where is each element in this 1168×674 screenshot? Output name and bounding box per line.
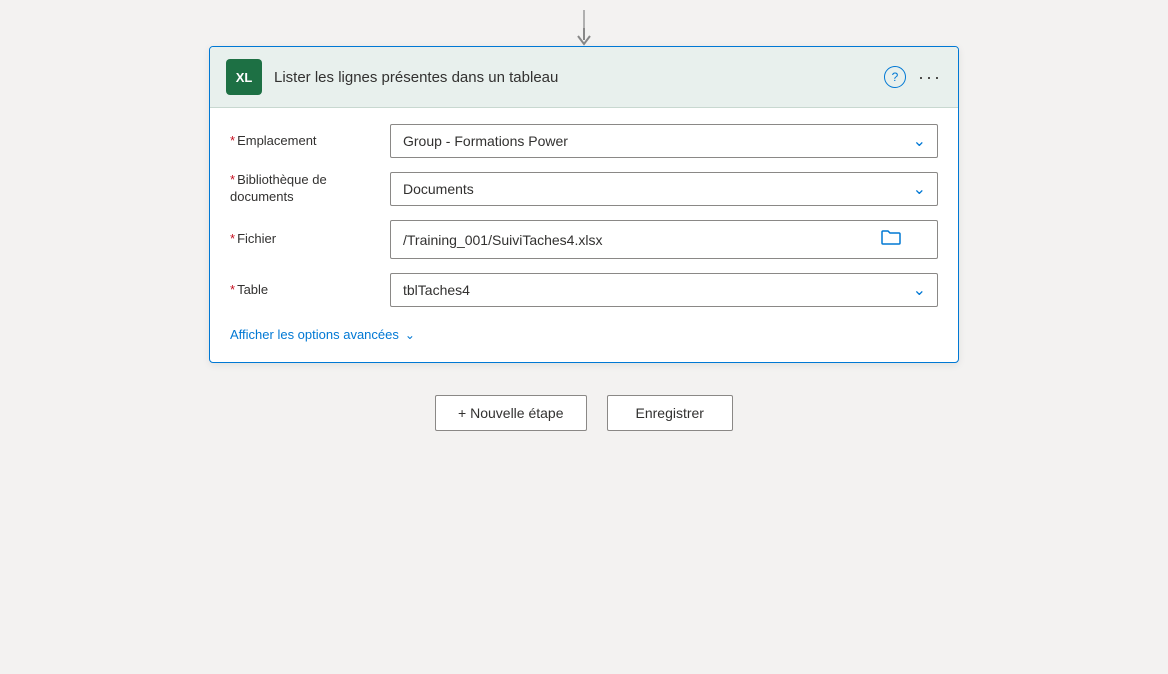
bibliotheque-label: *Bibliothèque de documents [230,172,390,206]
connector-arrow [573,10,595,46]
emplacement-row: *Emplacement Group - Formations Power ⌄ [230,124,938,158]
excel-logo-text: XL [236,70,253,85]
fichier-value: /Training_001/SuiviTaches4.xlsx [403,232,602,248]
help-icon[interactable]: ? [884,66,906,88]
bibliotheque-dropdown[interactable]: Documents [390,172,938,206]
emplacement-value: Group - Formations Power [403,133,568,149]
table-label: *Table [230,282,390,299]
emplacement-required-star: * [230,133,235,148]
bibliotheque-value: Documents [403,181,474,197]
emplacement-label: *Emplacement [230,133,390,150]
emplacement-dropdown[interactable]: Group - Formations Power [390,124,938,158]
arrow-down-icon [573,28,595,46]
more-options-icon[interactable]: ··· [918,67,942,88]
bibliotheque-row: *Bibliothèque de documents Documents ⌄ [230,172,938,206]
table-dropdown[interactable]: tblTaches4 [390,273,938,307]
table-control: tblTaches4 ⌄ [390,273,938,307]
bottom-actions: + Nouvelle étape Enregistrer [435,395,733,431]
card-title: Lister les lignes présentes dans un tabl… [274,69,872,86]
action-card: XL Lister les lignes présentes dans un t… [209,46,959,363]
fichier-required-star: * [230,231,235,246]
card-header-actions: ? ··· [884,66,942,88]
table-row: *Table tblTaches4 ⌄ [230,273,938,307]
bibliotheque-control: Documents ⌄ [390,172,938,206]
table-required-star: * [230,282,235,297]
fichier-row: *Fichier /Training_001/SuiviTaches4.xlsx [230,220,938,259]
emplacement-control: Group - Formations Power ⌄ [390,124,938,158]
advanced-options-label: Afficher les options avancées [230,327,399,342]
card-header: XL Lister les lignes présentes dans un t… [210,47,958,108]
advanced-options-link[interactable]: Afficher les options avancées ⌄ [230,327,415,342]
folder-icon[interactable] [881,229,901,250]
card-body: *Emplacement Group - Formations Power ⌄ … [210,108,958,362]
connector-line [583,10,585,28]
new-step-button[interactable]: + Nouvelle étape [435,395,586,431]
bibliotheque-required-star: * [230,172,235,187]
advanced-chevron-icon: ⌄ [405,328,415,342]
excel-icon: XL [226,59,262,95]
table-value: tblTaches4 [403,282,470,298]
fichier-label: *Fichier [230,231,390,248]
fichier-control: /Training_001/SuiviTaches4.xlsx [390,220,938,259]
fichier-input[interactable]: /Training_001/SuiviTaches4.xlsx [390,220,938,259]
save-button[interactable]: Enregistrer [607,395,733,431]
